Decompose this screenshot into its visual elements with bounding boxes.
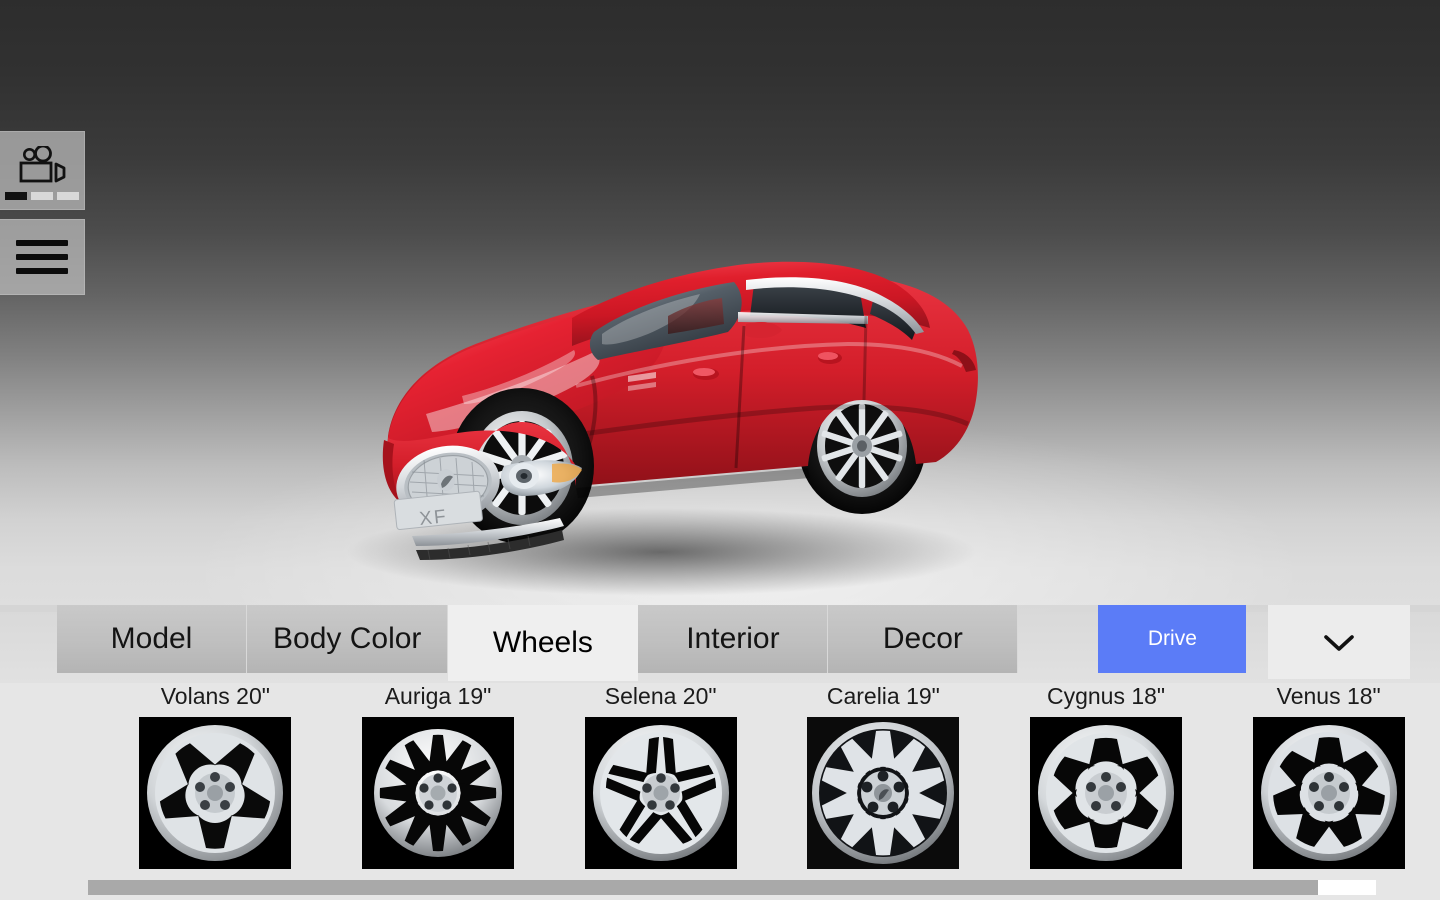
wheel-thumbnail [1253,717,1405,869]
wheel-label: Carelia 19" [827,683,940,710]
collapse-panel-button[interactable] [1268,605,1410,679]
wheel-label: Venus 18" [1277,683,1381,710]
vehicle-viewport[interactable]: XF [0,0,1440,612]
wheel-thumbnail [585,717,737,869]
camera-record-button[interactable] [0,131,85,210]
wheel-list-scrollbar-thumb[interactable] [88,880,1318,895]
drive-button[interactable]: Drive [1098,605,1246,673]
wheel-thumbnail [1030,717,1182,869]
wheel-option-venus[interactable]: Venus 18" [1217,683,1440,873]
wheel-list-scrollbar-end [1318,880,1376,895]
tab-body-color[interactable]: Body Color [247,605,448,673]
wheel-option-carelia[interactable]: Carelia 19" [772,683,995,873]
wheel-label: Cygnus 18" [1047,683,1165,710]
configurator-panel: Model Body Color Wheels Interior Decor D… [0,612,1440,900]
wheel-option-cygnus[interactable]: Cygnus 18" [995,683,1218,873]
vehicle-render[interactable]: XF [276,200,1036,600]
car-configurator-app: XF [0,0,1440,900]
wheel-thumbnail [362,717,514,869]
wheel-option-list[interactable]: Volans 20" [0,683,1440,873]
wheel-label: Volans 20" [161,683,270,710]
hamburger-menu-icon [16,240,68,274]
svg-text:XF: XF [418,506,448,530]
wheel-option-auriga[interactable]: Auriga 19" [327,683,550,873]
tab-decor[interactable]: Decor [828,605,1018,673]
record-segment-2 [31,192,53,200]
wheel-label: Auriga 19" [385,683,492,710]
chevron-down-icon [1319,629,1359,655]
main-menu-button[interactable] [0,219,85,295]
record-segment-3 [57,192,79,200]
wheel-label: Selena 20" [605,683,717,710]
wheel-option-volans[interactable]: Volans 20" [104,683,327,873]
tab-interior[interactable]: Interior [638,605,828,673]
wheel-option-selena[interactable]: Selena 20" [549,683,772,873]
wheel-thumbnail [139,717,291,869]
category-tabs: Model Body Color Wheels Interior Decor D… [0,605,1440,683]
record-segment-1 [5,192,27,200]
wheel-list-scrollbar-track[interactable] [88,880,1440,895]
tab-wheels[interactable]: Wheels [448,605,638,681]
video-camera-icon [15,146,69,186]
wheel-thumbnail [807,717,959,869]
record-progress-segments [5,192,79,200]
tab-model[interactable]: Model [57,605,247,673]
